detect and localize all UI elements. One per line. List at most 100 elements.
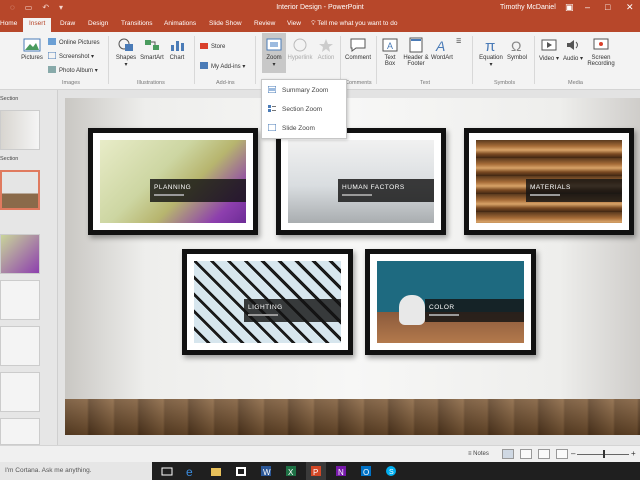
- slide-thumbnail[interactable]: [0, 326, 40, 366]
- section-header[interactable]: Section: [0, 96, 18, 102]
- video-icon: [541, 39, 557, 51]
- shapes-icon: [118, 38, 133, 51]
- task-view-icon[interactable]: [161, 465, 173, 477]
- wordart-button[interactable]: A WordArt: [430, 37, 454, 61]
- smartart-button[interactable]: SmartArt: [139, 37, 165, 61]
- tell-me-search[interactable]: 💡︎ Tell me what you want to do: [311, 20, 397, 28]
- my-addins-button[interactable]: My Add-ins ▾: [200, 62, 245, 70]
- comment-icon: [350, 38, 366, 52]
- slide-thumbnail[interactable]: [0, 418, 40, 445]
- svg-text:W: W: [263, 468, 271, 477]
- cortana-search-box[interactable]: I'm Cortana. Ask me anything.: [0, 462, 152, 480]
- chart-button[interactable]: Chart: [166, 37, 188, 61]
- text-box-icon: A: [382, 38, 398, 52]
- zoom-frame-planning[interactable]: PLANNING: [88, 128, 258, 235]
- file-explorer-icon[interactable]: [210, 465, 222, 477]
- symbol-button[interactable]: Ω Symbol: [505, 37, 529, 61]
- slide[interactable]: PLANNING HUMAN FACTORS MATERIALS LIGHTIN…: [65, 98, 640, 435]
- zoom-out-icon[interactable]: –: [571, 449, 575, 458]
- tab-home[interactable]: Home: [0, 20, 17, 27]
- edge-icon[interactable]: e: [185, 465, 197, 477]
- outlook-icon[interactable]: O: [360, 465, 372, 477]
- powerpoint-icon[interactable]: P: [310, 465, 322, 477]
- slide-show-button[interactable]: [556, 449, 568, 459]
- photo-album-button[interactable]: Photo Album ▾: [48, 66, 98, 74]
- word-icon[interactable]: W: [260, 465, 272, 477]
- section-header[interactable]: Section: [0, 156, 18, 162]
- ribbon-display-icon[interactable]: ▣: [565, 2, 574, 13]
- minimize-icon[interactable]: –: [585, 2, 590, 12]
- header-footer-button[interactable]: Header & Footer: [402, 37, 430, 67]
- maximize-icon[interactable]: □: [605, 2, 610, 12]
- zoom-slider-thumb[interactable]: [603, 450, 605, 458]
- zoom-frame-human-factors[interactable]: HUMAN FACTORS: [276, 128, 446, 235]
- addins-icon: [200, 62, 208, 69]
- zoom-icon: [266, 38, 282, 51]
- skype-icon[interactable]: S: [385, 465, 397, 477]
- planning-image: PLANNING: [100, 140, 246, 223]
- text-more-icon[interactable]: ☰: [456, 38, 461, 45]
- slide-thumbnail[interactable]: [0, 280, 40, 320]
- pictures-button[interactable]: Pictures: [20, 37, 44, 61]
- svg-text:Ω: Ω: [511, 38, 521, 53]
- zoom-in-icon[interactable]: +: [631, 449, 636, 458]
- text-group-label: Text: [420, 80, 431, 86]
- slide-thumbnail[interactable]: [0, 372, 40, 412]
- group-divider: [108, 36, 109, 84]
- zoom-frame-lighting[interactable]: LIGHTING: [182, 249, 353, 355]
- close-icon[interactable]: ✕: [626, 2, 634, 13]
- tab-animations[interactable]: Animations: [164, 20, 196, 27]
- action-button[interactable]: Action: [314, 37, 338, 61]
- store-button[interactable]: Store: [200, 42, 225, 50]
- notes-button[interactable]: ≡ Notes: [468, 451, 489, 457]
- ribbon-tabs: Home Insert Draw Design Transitions Anim…: [0, 17, 640, 32]
- tab-review[interactable]: Review: [254, 20, 275, 27]
- user-name[interactable]: Timothy McDaniel: [500, 4, 556, 11]
- summary-zoom-item[interactable]: Summary Zoom: [268, 86, 328, 94]
- online-pictures-button[interactable]: Online Pictures: [48, 38, 100, 46]
- subtitle-line: [248, 314, 278, 316]
- frame-title: COLOR: [429, 304, 455, 311]
- slide-sorter-button[interactable]: [520, 449, 532, 459]
- slide-zoom-item[interactable]: Slide Zoom: [268, 124, 315, 132]
- tab-slide-show[interactable]: Slide Show: [209, 20, 242, 27]
- shapes-button[interactable]: Shapes ▾: [114, 37, 138, 68]
- section-zoom-icon: [268, 105, 276, 112]
- zoom-frame-materials[interactable]: MATERIALS: [464, 128, 634, 235]
- online-pictures-icon: [48, 38, 56, 45]
- hyperlink-icon: [293, 38, 307, 52]
- zoom-frame-color[interactable]: COLOR: [365, 249, 536, 355]
- normal-view-button[interactable]: [502, 449, 514, 459]
- tab-design[interactable]: Design: [88, 20, 108, 27]
- section-zoom-item[interactable]: Section Zoom: [268, 105, 322, 113]
- media-group-label: Media: [568, 80, 583, 86]
- slide-thumbnail-selected[interactable]: [0, 170, 40, 210]
- photo-album-icon: [48, 66, 56, 73]
- group-divider: [255, 36, 256, 84]
- reading-view-button[interactable]: [538, 449, 550, 459]
- slide-thumbnail[interactable]: [0, 110, 40, 150]
- onenote-icon[interactable]: N: [335, 465, 347, 477]
- zoom-button[interactable]: Zoom ▾: [262, 37, 286, 68]
- excel-icon[interactable]: X: [285, 465, 297, 477]
- equation-button[interactable]: π Equation ▾: [478, 37, 504, 68]
- tab-insert[interactable]: Insert: [23, 18, 52, 32]
- tab-view[interactable]: View: [287, 20, 301, 27]
- slide-thumbnail[interactable]: [0, 234, 40, 274]
- title-bar: ◌ ▭ ↶ ▾ Interior Design - PowerPoint Tim…: [0, 0, 640, 17]
- store-icon: [200, 43, 208, 49]
- svg-text:A: A: [435, 38, 445, 53]
- screenshot-button[interactable]: Screenshot ▾: [48, 52, 94, 60]
- audio-button[interactable]: Audio ▾: [562, 37, 584, 62]
- video-button[interactable]: Video ▾: [538, 37, 560, 62]
- screen-recording-button[interactable]: Screen Recording: [586, 37, 616, 67]
- tab-draw[interactable]: Draw: [60, 20, 75, 27]
- images-group-label: Images: [62, 80, 81, 86]
- hyperlink-button[interactable]: Hyperlink: [286, 37, 314, 61]
- addins-group-label: Add-ins: [216, 80, 235, 86]
- comment-button[interactable]: Comment: [344, 37, 372, 61]
- tab-transitions[interactable]: Transitions: [121, 20, 153, 27]
- symbols-group-label: Symbols: [494, 80, 516, 86]
- store-taskbar-icon[interactable]: [235, 465, 247, 477]
- text-box-button[interactable]: A Text Box: [380, 37, 400, 67]
